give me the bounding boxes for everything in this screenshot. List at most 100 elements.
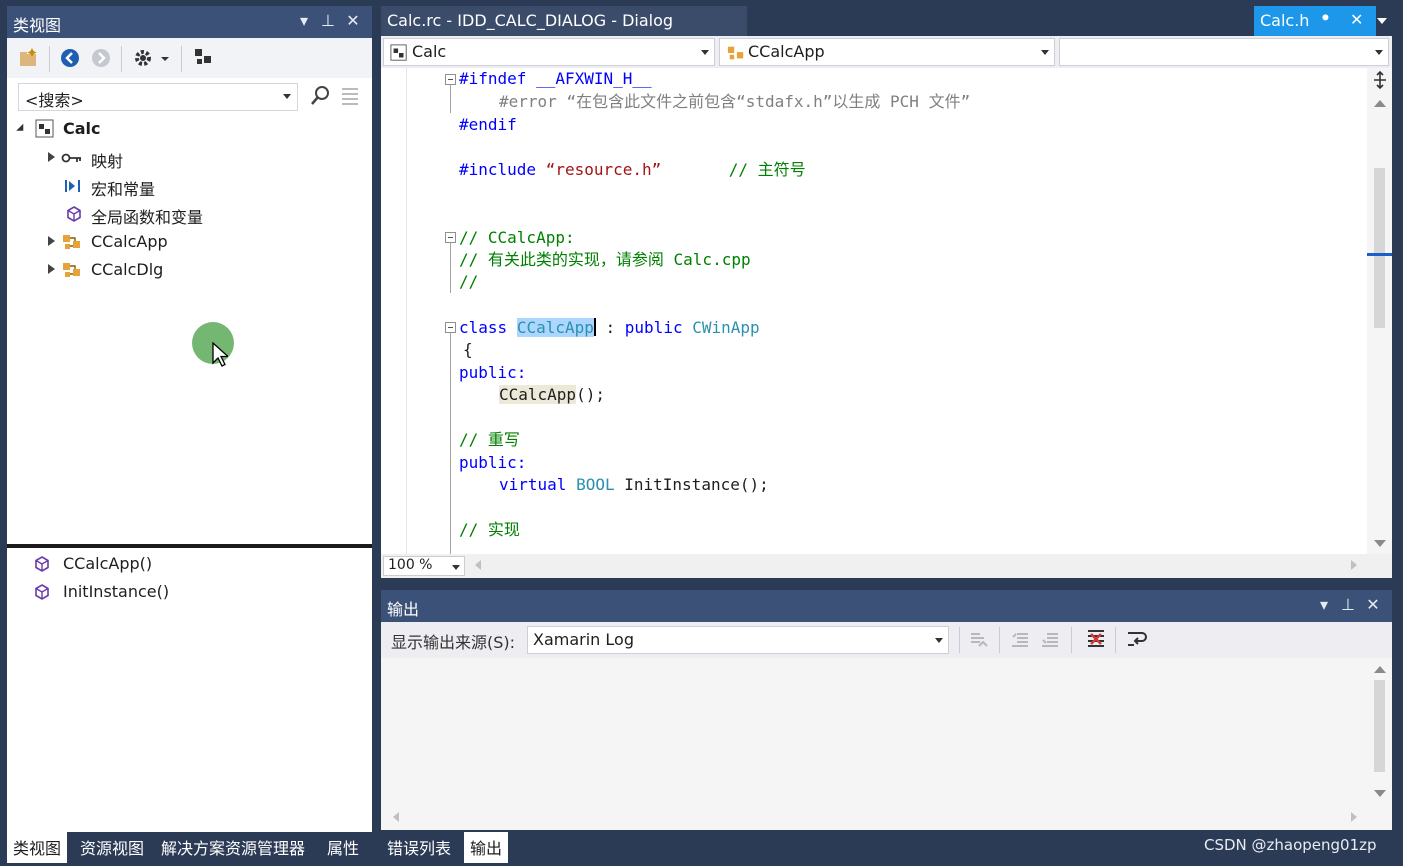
chevron-down-icon[interactable] — [1375, 50, 1383, 55]
filter-list-icon[interactable] — [339, 84, 361, 108]
clear-all-icon[interactable] — [1084, 627, 1108, 651]
scroll-down-icon[interactable] — [1374, 790, 1386, 797]
code-line-error: #error “在包含此文件之前包含“stdafx.h”以生成 PCH 文件” — [499, 91, 970, 113]
settings-gear-icon[interactable] — [131, 46, 157, 70]
chevron-down-icon[interactable] — [283, 94, 291, 99]
output-source-dropdown[interactable]: Xamarin Log — [527, 626, 949, 654]
code-token: BOOL — [576, 475, 615, 494]
code-token: // — [459, 272, 479, 291]
member-item-initinstance[interactable]: InitInstance() — [7, 579, 367, 605]
chevron-down-icon[interactable] — [935, 638, 943, 643]
tab-label: Calc.rc - IDD_CALC_DIALOG - Dialog — [387, 11, 674, 30]
next-message-icon[interactable] — [1039, 628, 1061, 650]
pin-icon[interactable]: ⊥ — [1337, 594, 1359, 616]
member-scope-dropdown[interactable] — [1059, 38, 1389, 66]
class-view-search-input[interactable]: <搜索> — [18, 83, 298, 111]
editor-vertical-scrollbar[interactable] — [1367, 68, 1392, 554]
tab-calc-rc-dialog[interactable]: Calc.rc - IDD_CALC_DIALOG - Dialog — [381, 6, 747, 36]
code-line-comment: // 实现 — [459, 519, 520, 541]
class-view-title: 类视图 — [13, 16, 62, 35]
code-token: : — [595, 318, 625, 337]
collapse-region-icon[interactable] — [445, 232, 456, 243]
scroll-up-icon[interactable] — [1374, 666, 1386, 673]
member-item-label: CCalcApp() — [63, 554, 153, 573]
pin-icon[interactable]: ⚫ — [1320, 11, 1331, 26]
panel-splitter[interactable] — [7, 544, 372, 548]
member-item-ccalcapp-constructor[interactable]: CCalcApp() — [7, 551, 367, 577]
output-panel: 输出 ▾ ⊥ ✕ 显示输出来源(S): Xamarin Log — [381, 590, 1392, 830]
toggle-word-wrap-icon[interactable] — [1125, 627, 1149, 651]
tree-item-ccalcdlg[interactable]: CCalcDlg — [15, 257, 355, 283]
search-icon[interactable] — [309, 84, 331, 108]
scroll-thumb[interactable] — [1374, 680, 1385, 772]
chevron-down-icon[interactable] — [452, 565, 460, 570]
code-token: #error — [499, 92, 557, 111]
scroll-right-icon[interactable] — [1351, 560, 1357, 570]
code-token: // 重写 — [459, 430, 520, 449]
toolbar-separator — [959, 627, 960, 653]
function-cube-icon — [65, 205, 83, 223]
close-icon[interactable]: ✕ — [1362, 594, 1384, 616]
tab-resource-view[interactable]: 资源视图 — [74, 832, 150, 863]
output-title-bar: 输出 ▾ ⊥ ✕ — [381, 590, 1392, 622]
scroll-down-icon[interactable] — [1374, 540, 1386, 547]
close-tab-icon[interactable]: ✕ — [1350, 10, 1363, 29]
selected-text[interactable]: CCalcApp — [516, 318, 594, 337]
code-token: public: — [459, 453, 527, 472]
expanded-arrow-icon[interactable] — [16, 123, 27, 135]
tree-item-macros-constants[interactable]: 宏和常量 — [15, 173, 355, 199]
fold-guide — [450, 85, 451, 113]
zoom-level-dropdown[interactable]: 100 % — [383, 556, 465, 576]
scroll-left-icon[interactable] — [393, 812, 399, 822]
scroll-thumb[interactable] — [1374, 168, 1385, 328]
collapsed-arrow-icon[interactable] — [48, 236, 55, 246]
tree-item-global-functions[interactable]: 全局函数和变量 — [15, 201, 355, 227]
settings-dropdown-icon[interactable] — [159, 46, 173, 70]
forward-icon[interactable] — [89, 46, 115, 70]
scroll-right-icon[interactable] — [1351, 812, 1357, 822]
tree-item-calc-project[interactable]: Calc — [15, 116, 355, 142]
tree-item-maps[interactable]: 映射 — [15, 145, 355, 171]
pin-icon[interactable]: ⊥ — [317, 10, 339, 32]
tree-item-label: 全局函数和变量 — [91, 208, 204, 227]
tab-solution-explorer[interactable]: 解决方案资源管理器 — [155, 832, 311, 863]
tab-error-list[interactable]: 错误列表 — [381, 832, 457, 863]
collapse-region-icon[interactable] — [445, 74, 456, 85]
collapsed-arrow-icon[interactable] — [48, 152, 55, 162]
tree-item-ccalcapp[interactable]: CCalcApp — [15, 229, 355, 255]
tree-item-label: Calc — [63, 119, 101, 138]
code-token: InitInstance(); — [624, 475, 769, 494]
class-scope-dropdown[interactable]: CCalcApp — [719, 38, 1055, 66]
scroll-up-icon[interactable] — [1374, 100, 1386, 107]
tab-output[interactable]: 输出 — [464, 832, 509, 863]
code-token: public: — [459, 363, 527, 382]
output-text-area[interactable] — [381, 658, 1392, 830]
back-icon[interactable] — [58, 46, 84, 70]
collapsed-arrow-icon[interactable] — [48, 264, 55, 274]
chevron-down-icon[interactable] — [1041, 50, 1049, 55]
code-text-area[interactable]: #ifndef __AFXWIN_H__ #error “在包含此文件之前包含“… — [381, 68, 1367, 554]
output-vertical-scrollbar[interactable] — [1367, 658, 1392, 818]
code-token: class — [459, 318, 508, 337]
code-token: #endif — [459, 115, 517, 134]
find-message-in-code-icon[interactable] — [967, 628, 989, 650]
tab-calc-h[interactable]: Calc.h ⚫ ✕ — [1254, 6, 1376, 36]
scroll-left-icon[interactable] — [475, 560, 481, 570]
project-scope-dropdown[interactable]: Calc — [383, 38, 715, 66]
split-window-icon[interactable] — [1371, 70, 1389, 90]
collapse-region-icon[interactable] — [445, 322, 456, 333]
editor-bottom-bar: 100 % — [381, 554, 1392, 578]
tab-class-view[interactable]: 类视图 — [7, 832, 68, 863]
mouse-pointer-icon — [212, 342, 228, 368]
tab-overflow-dropdown-icon[interactable] — [1377, 18, 1387, 24]
code-line-comment: // 重写 — [459, 429, 520, 451]
window-position-dropdown-icon[interactable]: ▾ — [293, 10, 315, 32]
class-icon — [726, 44, 746, 62]
close-icon[interactable]: ✕ — [342, 10, 364, 32]
previous-message-icon[interactable] — [1009, 628, 1031, 650]
new-folder-icon[interactable] — [17, 46, 43, 70]
class-wizard-icon[interactable] — [191, 46, 217, 70]
chevron-down-icon[interactable] — [701, 50, 709, 55]
window-position-dropdown-icon[interactable]: ▾ — [1313, 594, 1335, 616]
tab-properties[interactable]: 属性 — [321, 832, 365, 863]
